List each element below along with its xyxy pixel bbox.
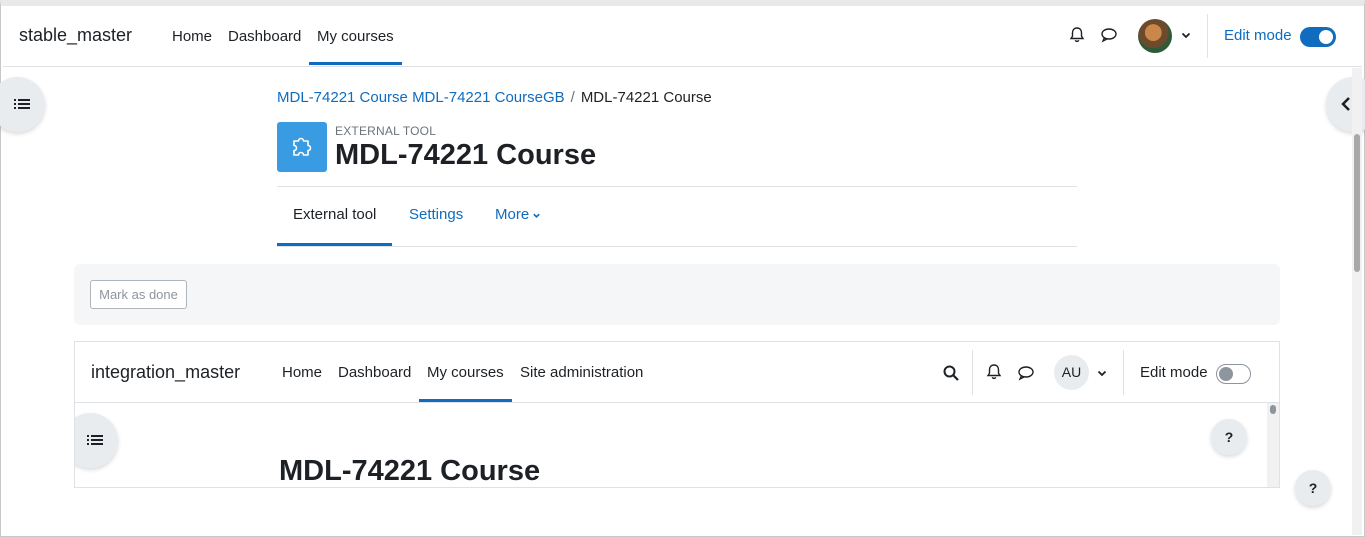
embedded-edit-mode-label[interactable]: Edit mode bbox=[1140, 364, 1208, 381]
embedded-user-avatar[interactable]: AU bbox=[1054, 355, 1089, 390]
nav-dashboard[interactable]: Dashboard bbox=[228, 28, 301, 45]
list-icon bbox=[87, 435, 103, 445]
activity-completion-panel: Mark as done bbox=[74, 264, 1280, 325]
embedded-navbar: integration_master Home Dashboard My cou… bbox=[75, 342, 1279, 403]
breadcrumb: MDL-74221 Course MDL-74221 CourseGB / MDL-… bbox=[277, 89, 712, 106]
bell-icon[interactable] bbox=[1068, 26, 1088, 46]
chevron-down-icon bbox=[533, 213, 540, 218]
main-navbar: stable_master Home Dashboard My courses … bbox=[3, 6, 1362, 67]
mark-as-done-button[interactable]: Mark as done bbox=[90, 280, 187, 309]
edit-mode-label[interactable]: Edit mode bbox=[1224, 27, 1292, 44]
chevron-down-icon[interactable] bbox=[1180, 28, 1192, 40]
activity-type-label: EXTERNAL TOOL bbox=[335, 124, 437, 138]
tab-more[interactable]: More bbox=[495, 206, 541, 223]
search-icon[interactable] bbox=[943, 365, 959, 386]
nav-home[interactable]: Home bbox=[172, 28, 212, 45]
external-tool-icon bbox=[277, 122, 327, 172]
embedded-nav-my-courses[interactable]: My courses bbox=[427, 364, 504, 381]
page-scrollbar[interactable] bbox=[1352, 68, 1362, 535]
breadcrumb-current: MDL-74221 Course bbox=[580, 89, 712, 106]
embedded-nav-active-indicator bbox=[419, 399, 512, 402]
chevron-left-icon bbox=[1341, 97, 1350, 111]
bell-icon[interactable] bbox=[985, 363, 1003, 386]
header-divider bbox=[277, 186, 1077, 187]
tabs-divider bbox=[277, 246, 1077, 247]
embedded-navbar-divider bbox=[972, 350, 973, 395]
navbar-divider bbox=[1207, 14, 1208, 58]
edit-mode-toggle[interactable] bbox=[1300, 27, 1336, 47]
embedded-nav-home[interactable]: Home bbox=[282, 364, 322, 381]
scrollbar-thumb[interactable] bbox=[1354, 134, 1360, 272]
nav-my-courses[interactable]: My courses bbox=[317, 28, 394, 45]
chat-bubble-icon[interactable] bbox=[1017, 364, 1035, 387]
tab-external-tool[interactable]: External tool bbox=[293, 206, 376, 223]
page-title: MDL-74221 Course bbox=[335, 139, 597, 171]
embedded-scrollbar[interactable] bbox=[1267, 403, 1279, 487]
user-avatar[interactable] bbox=[1138, 19, 1172, 53]
embedded-nav-site-administration[interactable]: Site administration bbox=[520, 364, 643, 381]
embedded-nav-dashboard[interactable]: Dashboard bbox=[338, 364, 411, 381]
embedded-help-button[interactable]: ? bbox=[1211, 419, 1247, 455]
breadcrumb-separator: / bbox=[570, 89, 575, 106]
embedded-tool-frame[interactable]: integration_master Home Dashboard My cou… bbox=[74, 341, 1280, 488]
breadcrumb-course-link[interactable]: MDL-74221 Course MDL-74221 CourseGB bbox=[277, 89, 565, 106]
embedded-site-name[interactable]: integration_master bbox=[91, 362, 240, 383]
help-button[interactable]: ? bbox=[1295, 470, 1331, 506]
embedded-course-index-drawer-button[interactable] bbox=[75, 413, 118, 468]
site-name[interactable]: stable_master bbox=[19, 25, 132, 46]
embedded-navbar-divider bbox=[1123, 350, 1124, 395]
tab-settings[interactable]: Settings bbox=[409, 206, 463, 223]
tab-more-label: More bbox=[495, 206, 530, 223]
nav-active-indicator bbox=[309, 62, 402, 65]
chat-bubble-icon[interactable] bbox=[1100, 26, 1120, 46]
embedded-scrollbar-thumb[interactable] bbox=[1270, 405, 1276, 414]
embedded-page-title: MDL-74221 Course bbox=[279, 455, 541, 487]
list-icon bbox=[14, 99, 30, 109]
chevron-down-icon[interactable] bbox=[1096, 366, 1108, 384]
puzzle-icon bbox=[293, 137, 312, 156]
embedded-edit-mode-toggle[interactable] bbox=[1216, 364, 1251, 384]
